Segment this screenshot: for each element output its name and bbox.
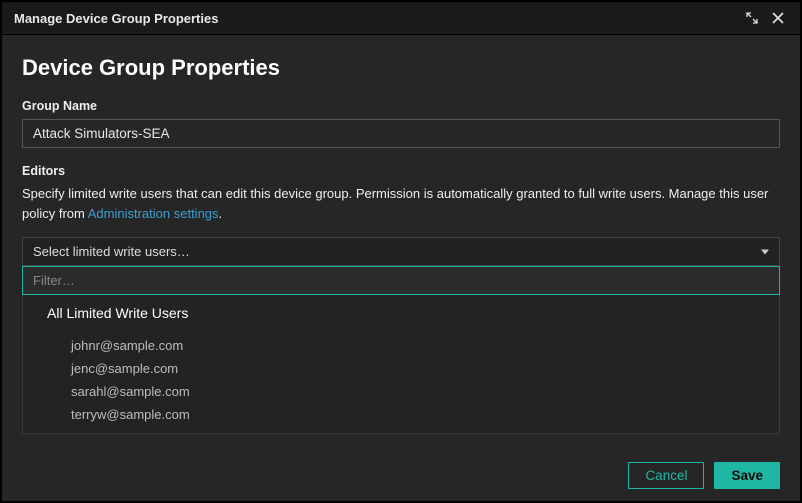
expand-icon[interactable]	[742, 8, 762, 28]
dialog: Manage Device Group Properties Device Gr…	[0, 0, 802, 503]
group-name-section: Group Name	[22, 99, 780, 148]
editors-filter-input[interactable]	[22, 266, 780, 295]
editors-option[interactable]: johnr@sample.com	[23, 335, 779, 358]
editors-section: Editors Specify limited write users that…	[22, 164, 780, 434]
administration-settings-link[interactable]: Administration settings	[88, 206, 219, 221]
editors-dropdown-panel: All Limited Write Users johnr@sample.com…	[22, 295, 780, 434]
editors-dropdown-placeholder: Select limited write users…	[33, 244, 190, 259]
close-icon[interactable]	[768, 8, 788, 28]
editors-option[interactable]: terryw@sample.com	[23, 404, 779, 427]
editors-option-list: johnr@sample.com jenc@sample.com sarahl@…	[23, 331, 779, 434]
group-name-input[interactable]	[22, 119, 780, 148]
editors-option[interactable]: sarahl@sample.com	[23, 381, 779, 404]
chevron-down-icon	[761, 249, 769, 254]
editors-help-suffix: .	[219, 206, 223, 221]
page-title: Device Group Properties	[22, 55, 780, 81]
save-button[interactable]: Save	[714, 462, 780, 489]
group-name-label: Group Name	[22, 99, 780, 113]
editors-option[interactable]: jenc@sample.com	[23, 358, 779, 381]
dialog-title: Manage Device Group Properties	[14, 11, 736, 26]
editors-label: Editors	[22, 164, 780, 178]
cancel-button[interactable]: Cancel	[628, 462, 704, 489]
editors-dropdown[interactable]: Select limited write users…	[22, 237, 780, 266]
editors-help-text: Specify limited write users that can edi…	[22, 184, 780, 223]
editors-option-all[interactable]: All Limited Write Users	[23, 295, 779, 331]
titlebar: Manage Device Group Properties	[2, 2, 800, 35]
dialog-body: Device Group Properties Group Name Edito…	[2, 35, 800, 501]
dialog-footer: Cancel Save	[22, 450, 780, 489]
